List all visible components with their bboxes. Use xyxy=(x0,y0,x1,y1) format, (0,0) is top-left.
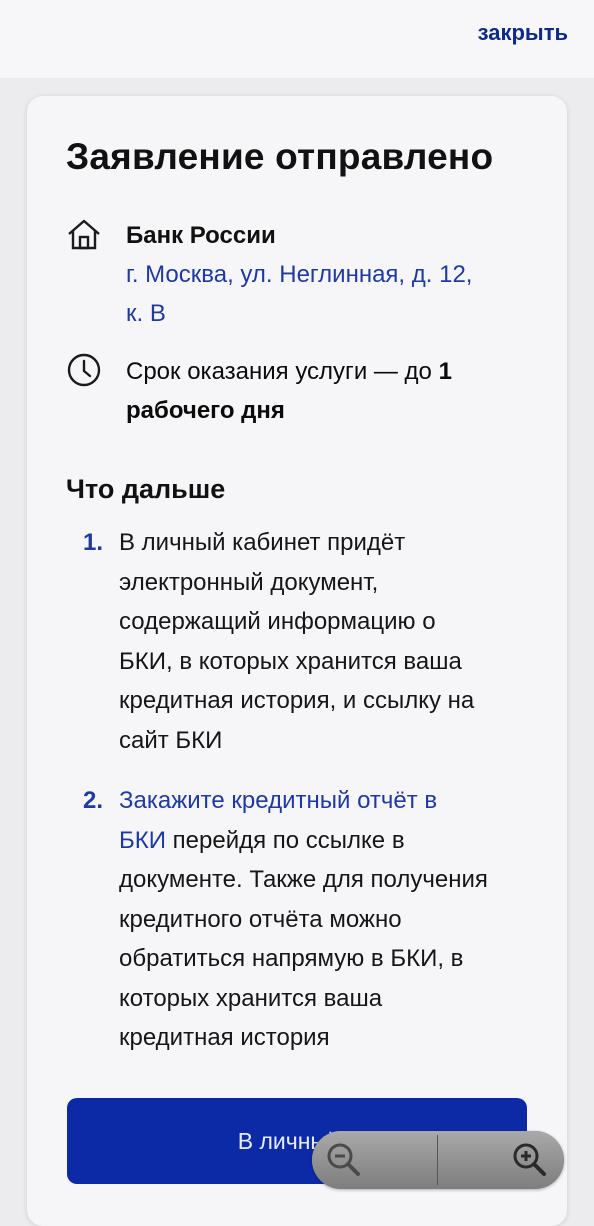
zoom-control xyxy=(312,1131,564,1189)
bank-address-line1[interactable]: г. Москва, ул. Неглинная, д. 12, xyxy=(126,255,526,294)
zoom-in-icon xyxy=(513,1143,546,1176)
order-report-link-cont[interactable]: БКИ xyxy=(119,827,166,854)
term-line2: рабочего дня xyxy=(126,397,285,424)
home-icon xyxy=(68,219,100,250)
clock-icon xyxy=(67,353,101,387)
zoom-out-button[interactable] xyxy=(312,1131,438,1189)
section-title-next: Что дальше xyxy=(66,474,226,504)
step-text: В личный кабинет придёт электронный доку… xyxy=(119,529,475,754)
step-2: 2. Закажите кредитный отчёт в БКИ перейд… xyxy=(83,781,533,1061)
step-text: Закажите кредитный отчёт в БКИ перейдя п… xyxy=(119,787,488,1051)
close-link[interactable]: закрыть xyxy=(478,20,568,46)
term-line1: Срок оказания услуги — до 1 xyxy=(126,358,452,385)
step-number: 1. xyxy=(83,529,104,556)
step-1: 1. В личный кабинет придёт электронный д… xyxy=(83,523,533,763)
confirmation-card: Заявление отправлено Банк России г. Моск… xyxy=(27,96,567,1226)
page-title: Заявление отправлено xyxy=(66,136,494,177)
top-bar: закрыть xyxy=(0,0,594,78)
bank-name: Банк России xyxy=(126,222,276,249)
order-report-link[interactable]: Закажите кредитный отчёт в xyxy=(119,787,437,814)
zoom-out-icon xyxy=(327,1143,360,1176)
step-number: 2. xyxy=(83,787,104,814)
zoom-in-button[interactable] xyxy=(438,1131,564,1189)
bank-address-line2[interactable]: к. В xyxy=(126,294,526,333)
